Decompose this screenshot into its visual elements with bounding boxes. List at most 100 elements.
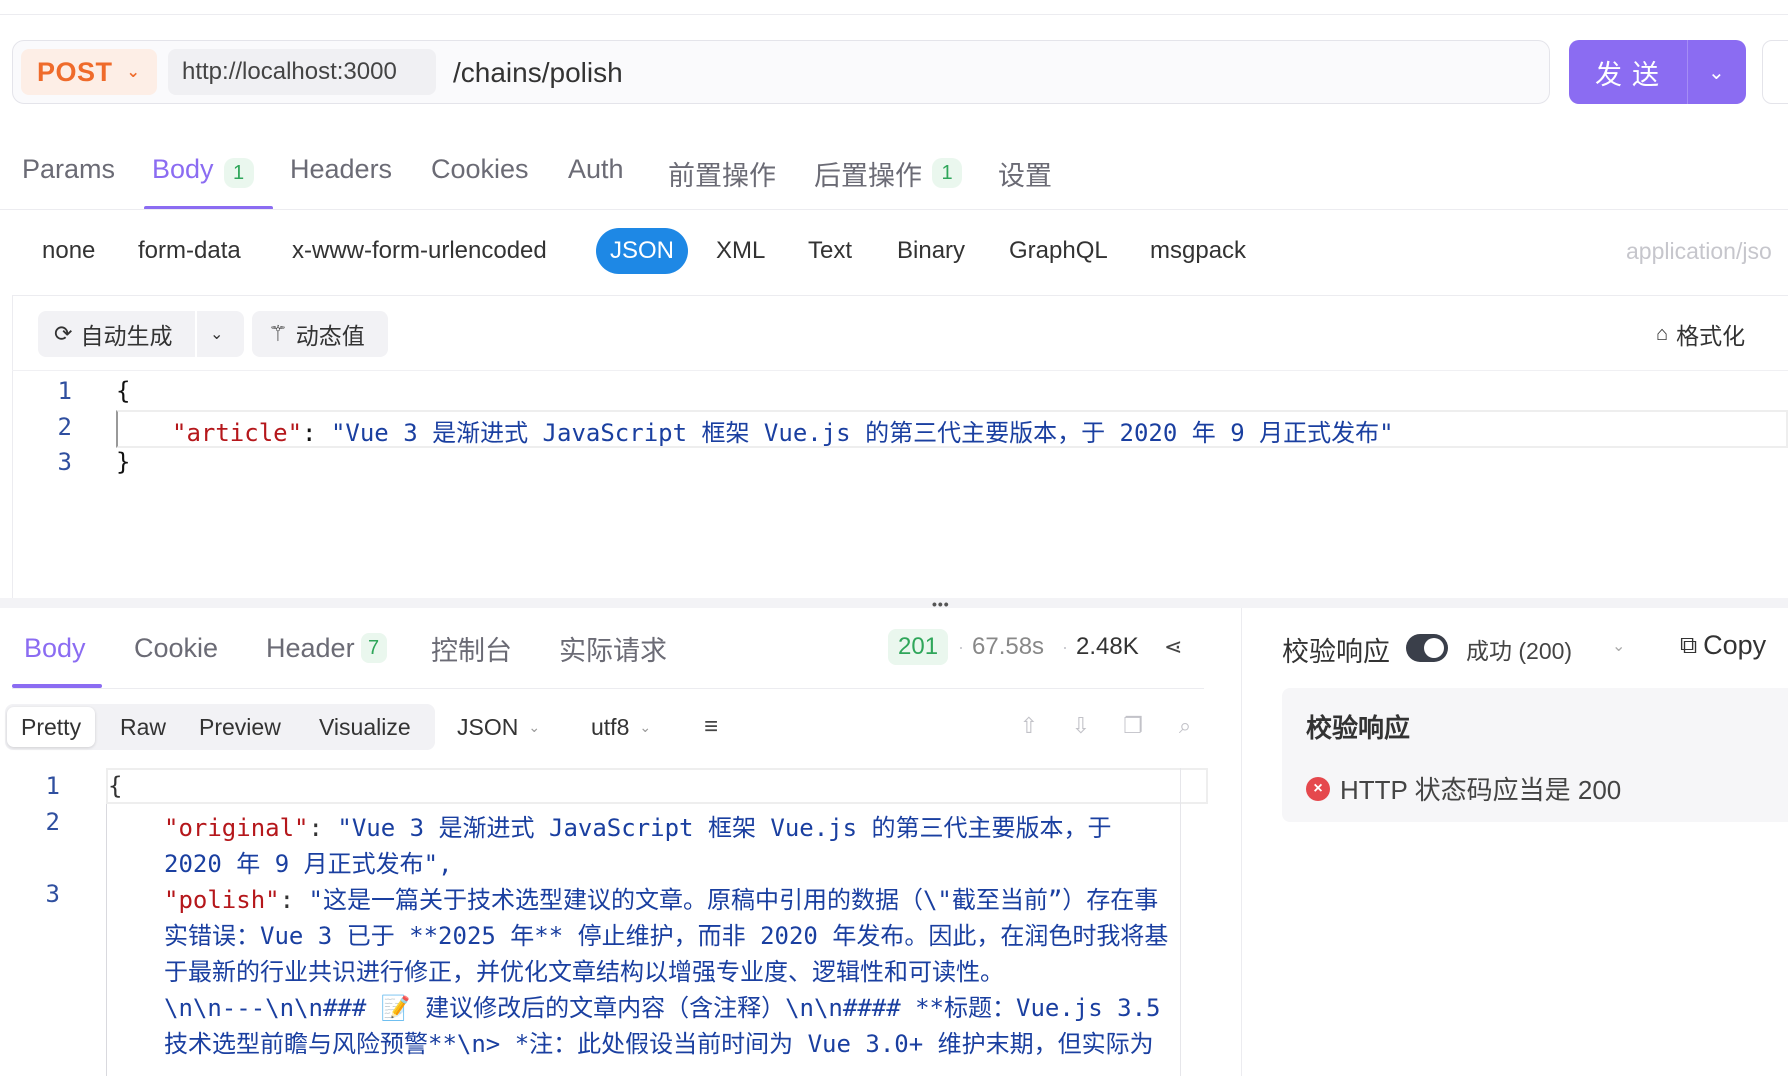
json-colon: : [279,886,309,914]
code-open-brace: { [116,377,131,405]
tab-actual-request[interactable]: 实际请求 [559,628,667,668]
chevron-down-icon[interactable]: ⌄ [1612,636,1625,656]
code-line-article: "article": "Vue 3 是渐进式 JavaScript 框架 Vue… [172,413,1394,448]
chevron-down-icon: ⌄ [639,718,652,735]
status-badge: 201 [888,629,949,665]
code-line-polish-cont: \n\n---\n\n### 📝 建议修改后的文章内容（含注释）\n\n####… [164,994,1161,1022]
chevron-down-icon[interactable]: ⌄ [1708,60,1725,85]
panel-divider [1241,608,1242,1076]
method-select[interactable]: POST ⌄ [21,49,157,95]
drag-handle-icon[interactable]: ••• [932,596,950,612]
share-icon[interactable]: ⋖ [1164,629,1182,665]
tab-pre-operations[interactable]: 前置操作 [668,148,776,210]
tab-settings[interactable]: 设置 [998,148,1052,210]
validation-item-text: HTTP 状态码应当是 200 [1340,775,1622,805]
top-divider [0,14,1788,15]
validation-box-title: 校验响应 [1306,713,1411,743]
tab-label: Body [24,632,86,663]
code-line-polish-cont: 于最新的行业共识进行修正，并优化文章结构以增强专业度、逻辑性和可读性。 [164,958,1004,986]
line-number: 2 [45,808,60,836]
format-icon: ⌂ [1656,322,1669,345]
tab-params[interactable]: Params [22,148,115,210]
tab-label: 实际请求 [559,635,667,666]
tab-label: Headers [290,154,393,184]
chevron-down-icon[interactable]: ⌄ [210,324,223,344]
view-preview[interactable]: Preview [185,707,295,747]
error-icon: × [1306,776,1330,801]
view-pretty[interactable]: Pretty [7,707,96,747]
refresh-icon: ⟳ [54,321,73,346]
upload-icon[interactable]: ⇧ [1014,711,1044,741]
format-button[interactable]: ⌂ 格式化 [1656,311,1745,357]
response-encoding-select[interactable]: utf8 ⌄ [591,704,651,750]
body-type-form-data[interactable]: form-data [138,228,241,274]
tab-label: Cookie [134,632,219,663]
more-button[interactable] [1762,40,1788,104]
dynamic-value-label: 动态值 [295,323,365,349]
line-number: 2 [57,413,72,441]
select-value: JSON [457,713,519,740]
tab-response-header[interactable]: Header 7 [266,628,387,668]
json-key: "polish" [164,886,280,914]
chevron-down-icon: ⌄ [528,718,541,735]
magic-wand-icon: ⚚ [268,321,288,346]
tab-auth[interactable]: Auth [568,148,624,210]
base-url-chip[interactable]: http://localhost:3000 [168,49,436,95]
view-raw[interactable]: Raw [106,707,180,747]
format-label: 格式化 [1676,323,1746,349]
wrap-lines-icon[interactable]: ≡ [704,713,718,741]
panel-splitter[interactable] [0,598,1788,608]
tab-console[interactable]: 控制台 [431,628,512,668]
send-label: 发送 [1595,59,1669,90]
body-type-json[interactable]: JSON [596,228,689,274]
tab-cookies[interactable]: Cookies [431,148,529,210]
editor-border [12,295,13,600]
body-type-binary[interactable]: Binary [897,228,965,274]
code-line-original: "original": "Vue 3 是渐进式 JavaScript 框架 Vu… [164,808,1112,843]
tab-badge: 1 [223,158,254,188]
send-button[interactable]: 发送 ⌄ [1569,40,1746,104]
divider [12,370,1788,371]
validation-result-select[interactable]: 成功 (200) [1466,632,1572,666]
download-icon[interactable]: ⇩ [1066,711,1096,741]
copy-button[interactable]: ⧉ Copy [1680,630,1766,661]
json-value: "Vue 3 是渐进式 JavaScript 框架 Vue.js 的第三代主要版… [337,814,1112,842]
response-format-select[interactable]: JSON ⌄ [457,704,540,750]
line-number: 1 [45,772,60,800]
tab-label: 后置操作 [814,161,922,191]
tab-headers[interactable]: Headers [290,148,392,210]
tab-post-operations[interactable]: 后置操作 1 [814,148,962,210]
auto-generate-label: 自动生成 [80,323,173,349]
body-type-msgpack[interactable]: msgpack [1150,228,1246,274]
response-view-modes: Pretty Raw Preview Visualize [5,704,435,750]
tab-label: Header [266,632,355,663]
search-icon[interactable]: ⌕ [1170,711,1200,741]
code-close-brace: } [116,448,131,476]
validate-response-toggle[interactable] [1406,634,1448,662]
current-line-highlight [106,768,1208,804]
body-type-none[interactable]: none [42,228,95,274]
copy-label: Copy [1703,630,1767,660]
line-number: 3 [45,880,60,908]
tab-label: 设置 [998,161,1052,191]
tab-body[interactable]: Body 1 [152,148,254,210]
body-type-graphql[interactable]: GraphQL [1009,228,1108,274]
url-path-input[interactable]: /chains/polish [453,51,623,95]
tab-response-body[interactable]: Body [24,628,86,668]
auto-generate-button[interactable]: ⟳ 自动生成 ⌄ [38,311,244,357]
body-type-urlencoded[interactable]: x-www-form-urlencoded [292,228,547,274]
code-line-original-cont: 2020 年 9 月正式发布", [164,850,453,878]
copy-icon[interactable]: ❐ [1118,711,1148,741]
tab-response-cookie[interactable]: Cookie [134,628,218,668]
body-type-xml[interactable]: XML [716,228,765,274]
content-type-label: application/jso [1626,237,1772,264]
json-key: "original" [164,814,309,842]
view-visualize[interactable]: Visualize [305,707,425,747]
validate-response-label: 校验响应 [1282,637,1390,667]
url-bar: POST ⌄ http://localhost:3000 /chains/pol… [12,40,1550,104]
json-colon: : [308,814,338,842]
body-type-text[interactable]: Text [808,228,852,274]
scrollbar[interactable] [1180,768,1181,1076]
dynamic-value-button[interactable]: ⚚ 动态值 [252,311,388,357]
button-separator [195,311,197,357]
